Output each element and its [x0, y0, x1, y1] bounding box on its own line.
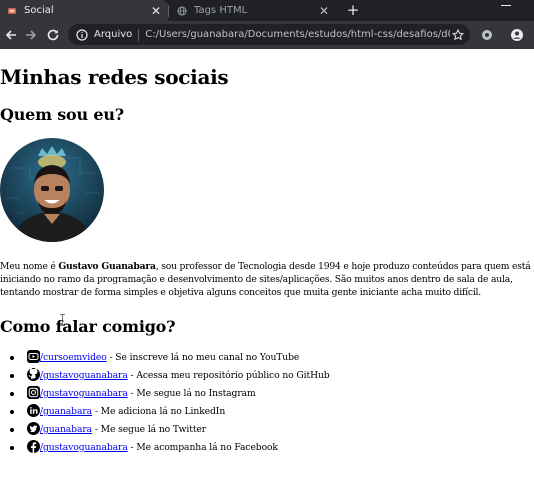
- about-heading: Quem sou eu?: [0, 105, 124, 124]
- social-link-facebook[interactable]: /gustavoguanabara: [40, 442, 128, 453]
- bio-name: Gustavo Guanabara: [58, 261, 156, 272]
- avatar: [0, 138, 104, 242]
- tab-close-icon[interactable]: ✕: [148, 4, 164, 18]
- social-desc: - Me adiciona lá no LinkedIn: [92, 406, 226, 417]
- list-bullet: [10, 392, 14, 396]
- social-desc: - Me segue lá no Instagram: [127, 388, 256, 399]
- social-list: /cursoemvideo - Se inscreve lá no meu ca…: [0, 349, 534, 457]
- list-bullet: [10, 428, 14, 432]
- bookmark-star-icon[interactable]: [450, 28, 466, 41]
- bio-intro: Meu nome é: [0, 261, 59, 272]
- social-link-linkedin[interactable]: /guanabara: [40, 406, 92, 417]
- profile-icon[interactable]: [508, 26, 526, 44]
- list-item: /cursoemvideo - Se inscreve lá no meu ca…: [0, 349, 534, 367]
- youtube-icon: [27, 350, 40, 363]
- facebook-icon: [27, 440, 40, 453]
- address-divider: [138, 28, 140, 41]
- bio-paragraph: Meu nome é Gustavo Guanabara, sou profes…: [0, 260, 534, 299]
- page-viewport: Minhas redes sociais Quem sou eu? Meu no…: [0, 49, 534, 489]
- list-item: /gustavoguanabara - Me acompanha lá no F…: [0, 439, 534, 457]
- list-bullet: [10, 446, 14, 450]
- browser-toolbar: Arquivo C:/Users/guanabara/Documents/est…: [0, 21, 534, 49]
- tab-title: Tags HTML: [194, 5, 248, 16]
- address-scheme-label: Arquivo: [94, 29, 133, 40]
- back-icon[interactable]: [2, 26, 20, 44]
- tab-title: Social: [24, 5, 54, 16]
- text-cursor-icon: [60, 314, 65, 326]
- social-desc: - Acessa meu repositório público no GitH…: [127, 370, 330, 381]
- list-bullet: [10, 374, 14, 378]
- tab-divider: [168, 5, 169, 17]
- github-icon: [27, 368, 40, 381]
- contact-heading: Como falar comigo?: [0, 317, 176, 336]
- tab-close-icon[interactable]: ✕: [316, 4, 332, 18]
- reload-icon[interactable]: [44, 26, 62, 44]
- address-url[interactable]: C:/Users/guanabara/Documents/estudos/htm…: [145, 29, 450, 40]
- social-desc: - Me acompanha lá no Facebook: [127, 442, 278, 453]
- instagram-icon: [27, 386, 40, 399]
- twitter-icon: [27, 422, 40, 435]
- tab-social[interactable]: Social ✕: [0, 0, 168, 21]
- social-link-youtube[interactable]: /cursoemvideo: [40, 352, 107, 363]
- globe-icon: [177, 6, 187, 16]
- minimize-window-icon[interactable]: [501, 5, 511, 6]
- address-bar[interactable]: Arquivo C:/Users/guanabara/Documents/est…: [68, 24, 470, 45]
- extension-icon[interactable]: [478, 26, 496, 44]
- list-item: /gustavoguanabara - Me segue lá no Insta…: [0, 385, 534, 403]
- page-favicon-icon: [7, 6, 17, 16]
- browser-tabstrip: Social ✕ Tags HTML ✕ +: [0, 0, 534, 21]
- list-bullet: [10, 356, 14, 360]
- info-icon[interactable]: [76, 28, 88, 41]
- page-title: Minhas redes sociais: [0, 65, 229, 89]
- linkedin-icon: [27, 404, 40, 417]
- list-bullet: [10, 410, 14, 414]
- tab-tags-html[interactable]: Tags HTML ✕: [170, 0, 336, 21]
- social-link-instagram[interactable]: /gustavoguanabara: [40, 388, 128, 399]
- list-item: /gustavoguanabara - Acessa meu repositór…: [0, 367, 534, 385]
- new-tab-button[interactable]: +: [344, 1, 362, 19]
- social-link-twitter[interactable]: /guanabara: [40, 424, 92, 435]
- social-desc: - Me segue lá no Twitter: [92, 424, 207, 435]
- list-item: /guanabara - Me segue lá no Twitter: [0, 421, 534, 439]
- forward-icon[interactable]: [22, 26, 40, 44]
- social-desc: - Se inscreve lá no meu canal no YouTube: [106, 352, 300, 363]
- list-item: /guanabara - Me adiciona lá no LinkedIn: [0, 403, 534, 421]
- social-link-github[interactable]: /gustavoguanabara: [40, 370, 128, 381]
